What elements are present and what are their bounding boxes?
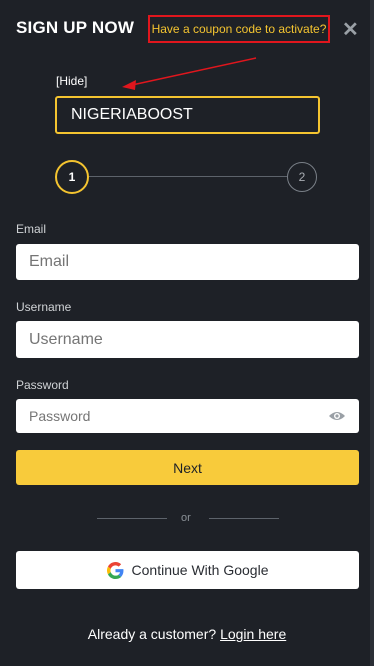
next-button[interactable]: Next <box>16 450 359 485</box>
or-divider: or <box>97 512 279 526</box>
google-icon <box>106 561 123 579</box>
email-field[interactable] <box>16 244 359 280</box>
scrollbar[interactable] <box>370 0 374 666</box>
coupon-prompt-link[interactable]: Have a coupon code to activate? <box>148 15 330 43</box>
step-connector <box>89 176 287 177</box>
divider-line-left <box>97 518 167 519</box>
login-prompt-text: Already a customer? <box>87 626 217 642</box>
step-2: 2 <box>287 162 317 192</box>
annotation-arrow <box>122 57 257 90</box>
password-field[interactable] <box>16 399 359 433</box>
login-link[interactable]: Login here <box>220 626 286 642</box>
step-1: 1 <box>55 160 89 194</box>
coupon-code-input[interactable] <box>55 96 320 134</box>
google-button-label: Continue With Google <box>131 562 269 578</box>
page-title: SIGN UP NOW <box>16 18 135 37</box>
or-label: or <box>181 512 191 524</box>
coupon-prompt-label: Have a coupon code to activate? <box>151 22 327 36</box>
email-label: Email <box>16 222 47 236</box>
username-label: Username <box>16 300 72 314</box>
close-icon[interactable]: ✕ <box>342 20 359 40</box>
login-prompt: Already a customer? Login here <box>0 626 374 642</box>
username-field[interactable] <box>16 321 359 358</box>
step-indicator: 1 2 <box>55 160 317 194</box>
google-signin-button[interactable]: Continue With Google <box>16 551 359 589</box>
hide-coupon-link[interactable]: [Hide] <box>56 74 87 88</box>
divider-line-right <box>209 518 279 519</box>
password-label: Password <box>16 378 69 392</box>
eye-icon[interactable] <box>328 410 346 422</box>
